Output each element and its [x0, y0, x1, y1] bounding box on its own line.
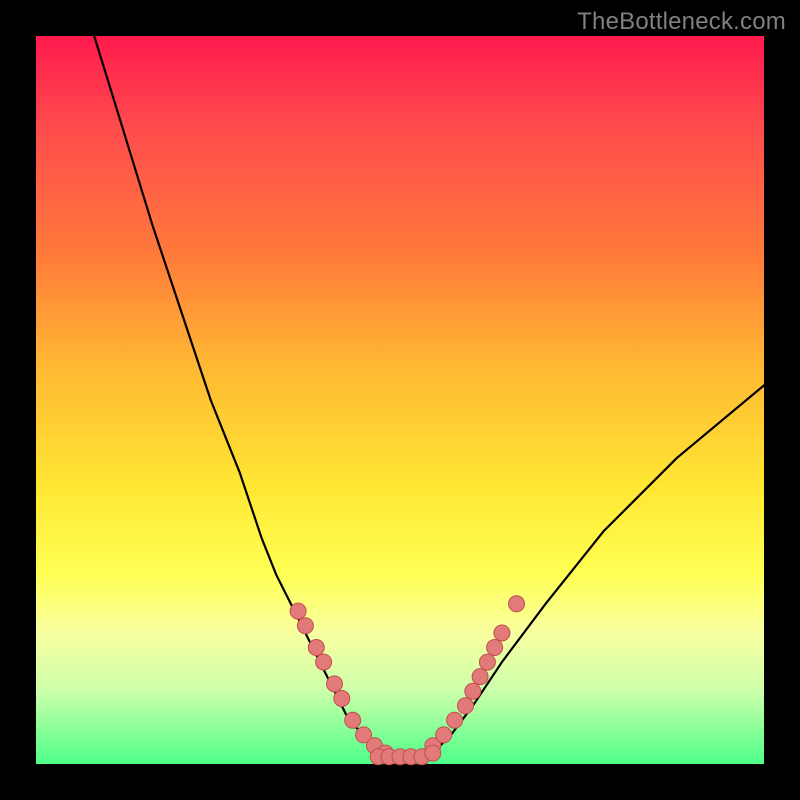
left-dots-point — [297, 618, 313, 634]
watermark-text: TheBottleneck.com — [577, 8, 786, 36]
left-dots-point — [308, 640, 324, 656]
right-dots-point — [494, 625, 510, 641]
right-dots-point — [436, 727, 452, 743]
left-dots-point — [334, 691, 350, 707]
bottleneck-curve — [94, 36, 764, 757]
right-dots-point — [509, 596, 525, 612]
right-dots-point — [447, 712, 463, 728]
right-dots-point — [487, 640, 503, 656]
left-dots-point — [327, 676, 343, 692]
right-dots-point — [465, 683, 481, 699]
left-dots-point — [345, 712, 361, 728]
bottom-dots-point — [425, 745, 441, 761]
right-dots-point — [479, 654, 495, 670]
right-dots-point — [472, 669, 488, 685]
left-dots-point — [290, 603, 306, 619]
curve-layer — [36, 36, 764, 764]
chart-frame: TheBottleneck.com — [0, 0, 800, 800]
plot-area — [36, 36, 764, 764]
right-dots-point — [458, 698, 474, 714]
left-dots-point — [316, 654, 332, 670]
